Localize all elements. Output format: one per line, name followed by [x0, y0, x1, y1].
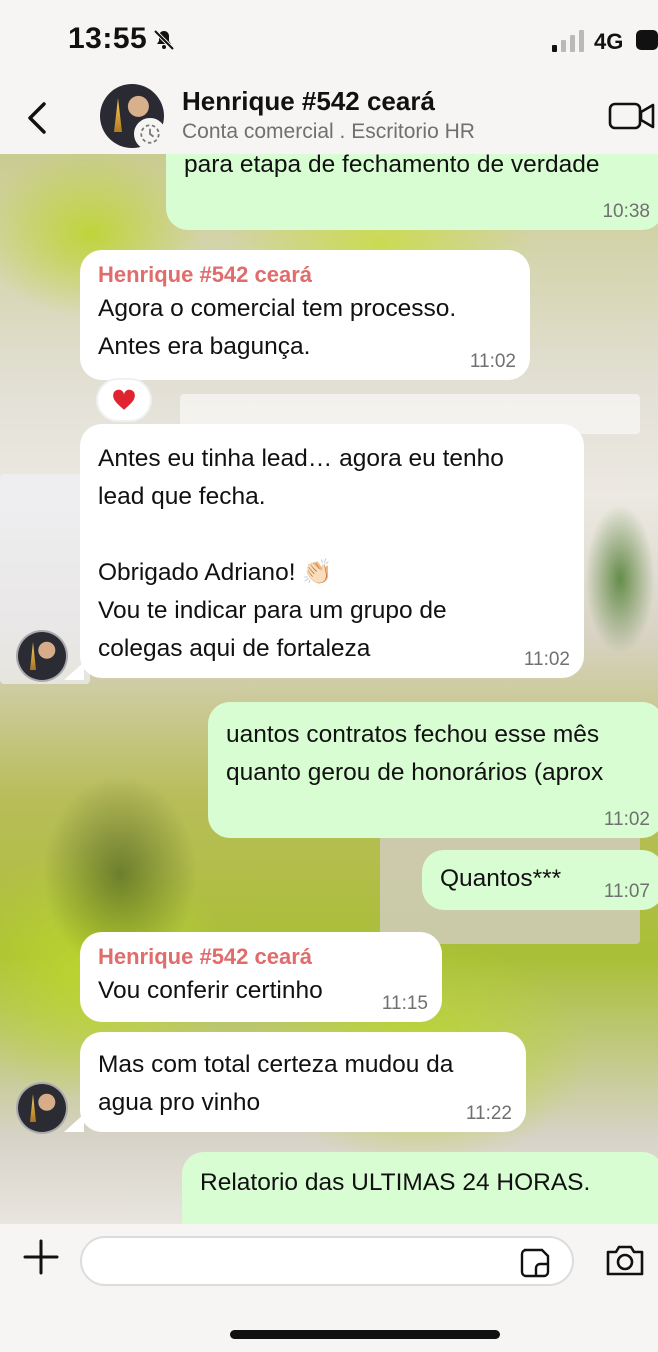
- plus-icon[interactable]: [22, 1238, 60, 1276]
- message-text: para etapa de fechamento de verdade: [184, 154, 600, 178]
- message-bubble-outgoing[interactable]: Relatorio das ULTIMAS 24 HORAS.: [182, 1152, 658, 1224]
- sender-avatar[interactable]: [16, 630, 68, 682]
- bubble-tail: [64, 1114, 84, 1132]
- message-text: Relatorio das ULTIMAS 24 HORAS.: [200, 1169, 591, 1196]
- wallpaper-decor: [585, 504, 655, 654]
- heart-icon: [113, 389, 135, 410]
- message-time: 11:22: [465, 1103, 512, 1124]
- message-bubble-outgoing[interactable]: Quantos*** 11:07: [422, 850, 658, 910]
- message-bubble-outgoing[interactable]: para etapa de fechamento de verdade 10:3…: [166, 154, 658, 230]
- home-indicator[interactable]: [230, 1330, 500, 1339]
- status-time: 13:55: [68, 22, 148, 55]
- camera-icon[interactable]: [604, 1242, 646, 1278]
- chevron-left-icon[interactable]: [22, 98, 52, 138]
- message-text: Vou conferir certinho: [98, 977, 323, 1004]
- message-bubble-outgoing[interactable]: uantos contratos fechou esse mês quanto …: [208, 702, 658, 838]
- message-time: 11:07: [603, 881, 650, 902]
- contact-name[interactable]: Henrique #542 ceará: [182, 86, 435, 117]
- message-time: 11:02: [469, 351, 516, 372]
- message-text: Agora o comercial tem processo. Antes er…: [98, 295, 457, 360]
- status-bar: 13:55 4G: [0, 0, 658, 78]
- message-time: 10:38: [602, 201, 650, 222]
- chat-area[interactable]: para etapa de fechamento de verdade 10:3…: [0, 154, 658, 1224]
- message-bubble-incoming[interactable]: Antes eu tinha lead… agora eu tenho lead…: [80, 424, 584, 678]
- sender-name: Henrique #542 ceará: [98, 262, 313, 287]
- reaction-heart[interactable]: [96, 378, 152, 422]
- battery-icon: [636, 30, 658, 50]
- video-call-icon[interactable]: [608, 100, 656, 132]
- sender-avatar[interactable]: [16, 1082, 68, 1134]
- message-bubble-incoming[interactable]: Mas com total certeza mudou da agua pro …: [80, 1032, 526, 1132]
- contact-status[interactable]: Conta comercial . Escritorio HR: [182, 120, 475, 144]
- message-text: Mas com total certeza mudou da agua pro …: [98, 1051, 454, 1116]
- message-text: Antes eu tinha lead… agora eu tenho lead…: [98, 445, 504, 662]
- message-time: 11:02: [523, 649, 570, 670]
- signal-icon: [552, 30, 584, 52]
- message-text: uantos contratos fechou esse mês quanto …: [226, 721, 604, 786]
- bubble-tail: [64, 662, 84, 680]
- message-bubble-incoming[interactable]: Henrique #542 ceará Vou conferir certinh…: [80, 932, 442, 1022]
- message-time: 11:15: [381, 993, 428, 1014]
- chat-header: Henrique #542 ceará Conta comercial . Es…: [0, 78, 658, 154]
- sticker-icon[interactable]: [518, 1246, 552, 1280]
- message-input[interactable]: [80, 1236, 574, 1286]
- message-bubble-incoming[interactable]: Henrique #542 ceará Agora o comercial te…: [80, 250, 530, 380]
- business-badge-icon: [134, 118, 166, 150]
- bell-off-icon: [153, 29, 175, 51]
- message-time: 11:02: [603, 809, 650, 830]
- sender-name: Henrique #542 ceará: [98, 944, 313, 969]
- network-type: 4G: [594, 29, 624, 54]
